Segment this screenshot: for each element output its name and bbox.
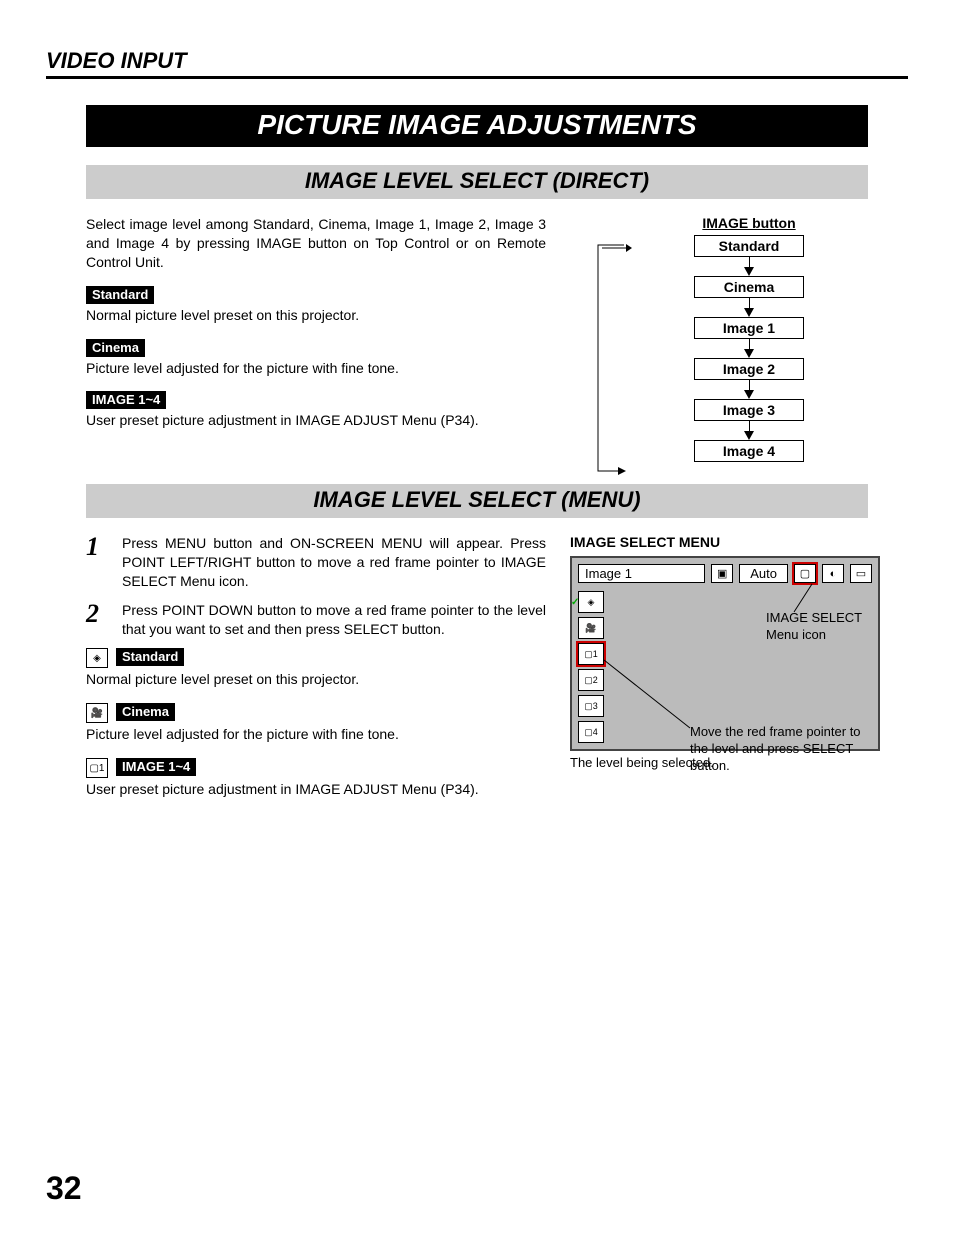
screen-icon: ▭ xyxy=(850,564,872,583)
menu-def-image14-text: User preset picture adjustment in IMAGE … xyxy=(86,780,546,799)
image-select-icon: ▢ xyxy=(794,564,816,583)
menu-tag-cinema: Cinema xyxy=(116,703,175,721)
section-header: VIDEO INPUT xyxy=(46,48,908,79)
osd-item-image3: ▢3 xyxy=(578,695,604,717)
menu-def-image14: ▢1 IMAGE 1~4 User preset picture adjustm… xyxy=(86,758,546,799)
step-text-1: Press MENU button and ON-SCREEN MENU wil… xyxy=(122,534,546,591)
def-image14-text: User preset picture adjustment in IMAGE … xyxy=(86,411,546,430)
def-standard: Standard Normal picture level preset on … xyxy=(86,286,546,325)
osd-mode: Auto xyxy=(739,564,788,583)
subhead-menu: IMAGE LEVEL SELECT (MENU) xyxy=(86,484,868,518)
chain-item: Image 3 xyxy=(694,399,804,421)
annotation-menu-icon: IMAGE SELECT Menu icon xyxy=(766,610,878,644)
chain-item: Standard xyxy=(694,235,804,257)
def-standard-text: Normal picture level preset on this proj… xyxy=(86,306,546,325)
menu-def-standard: ◈ Standard Normal picture level preset o… xyxy=(86,648,546,689)
menu-def-cinema: 🎥 Cinema Picture level adjusted for the … xyxy=(86,703,546,744)
step-text-2: Press POINT DOWN button to move a red fr… xyxy=(122,601,546,639)
image-button-chain: IMAGE button Standard Cinema Image 1 Ima… xyxy=(630,215,868,462)
tag-image14: IMAGE 1~4 xyxy=(86,391,166,409)
step-1: 1 Press MENU button and ON-SCREEN MENU w… xyxy=(86,534,546,591)
menu-def-standard-text: Normal picture level preset on this proj… xyxy=(86,670,546,689)
osd-panel: Image 1 ▣ Auto ▢ ◐ ▭ ◈ 🎥 ▢1 ▢2 ▢3 ▢4 IMA… xyxy=(570,556,880,751)
osd-item-image1: ▢1 xyxy=(578,643,604,665)
menu-tag-image14: IMAGE 1~4 xyxy=(116,758,196,776)
osd-item-standard: ◈ xyxy=(578,591,604,613)
osd-item-image2: ▢2 xyxy=(578,669,604,691)
menu-def-cinema-text: Picture level adjusted for the picture w… xyxy=(86,725,546,744)
input-icon: ▣ xyxy=(711,564,733,583)
def-cinema: Cinema Picture level adjusted for the pi… xyxy=(86,339,546,378)
osd-sidebar: ◈ 🎥 ▢1 ▢2 ▢3 ▢4 xyxy=(578,591,604,743)
osd-item-cinema: 🎥 xyxy=(578,617,604,639)
film-icon: 🎥 xyxy=(86,703,108,723)
osd-current-name: Image 1 xyxy=(578,564,705,583)
preset-icon: ▢1 xyxy=(86,758,108,778)
direct-intro: Select image level among Standard, Cinem… xyxy=(86,215,546,272)
annotation-pointer: Move the red frame pointer to the level … xyxy=(690,724,880,775)
chain-item: Cinema xyxy=(694,276,804,298)
page-number: 32 xyxy=(46,1170,82,1207)
chain-item: Image 1 xyxy=(694,317,804,339)
osd-title: IMAGE SELECT MENU xyxy=(570,534,880,550)
step-2: 2 Press POINT DOWN button to move a red … xyxy=(86,601,546,639)
diamond-icon: ◈ xyxy=(86,648,108,668)
page-title-bar: PICTURE IMAGE ADJUSTMENTS xyxy=(86,105,868,147)
def-cinema-text: Picture level adjusted for the picture w… xyxy=(86,359,546,378)
tag-cinema: Cinema xyxy=(86,339,145,357)
tag-standard: Standard xyxy=(86,286,154,304)
chain-item: Image 2 xyxy=(694,358,804,380)
chain-item: Image 4 xyxy=(694,440,804,462)
menu-tag-standard: Standard xyxy=(116,648,184,666)
step-number-2: 2 xyxy=(86,601,108,639)
adjust-icon: ◐ xyxy=(822,564,844,583)
step-number-1: 1 xyxy=(86,534,108,591)
osd-item-image4: ▢4 xyxy=(578,721,604,743)
chain-title: IMAGE button xyxy=(630,215,868,231)
subhead-direct: IMAGE LEVEL SELECT (DIRECT) xyxy=(86,165,868,199)
def-image14: IMAGE 1~4 User preset picture adjustment… xyxy=(86,391,546,430)
